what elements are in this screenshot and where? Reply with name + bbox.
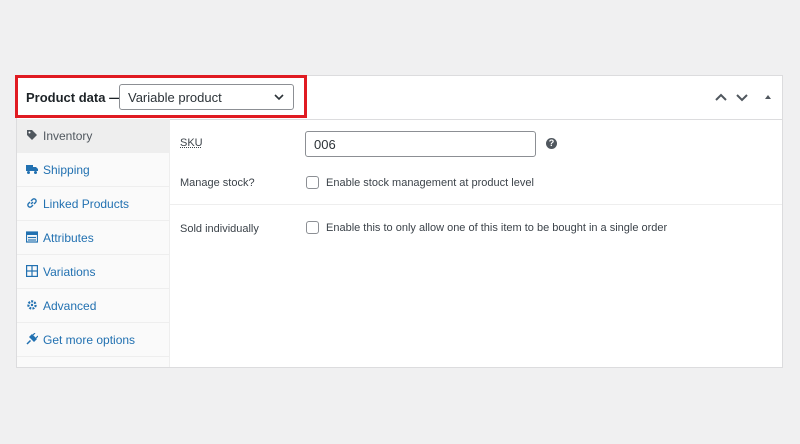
sku-label: SKU [180,137,203,149]
product-data-panel: Product data — Variable product Inventor… [15,75,783,368]
tab-variations[interactable]: Variations [17,255,169,289]
move-up-icon[interactable] [714,90,728,104]
tab-label: Inventory [43,129,93,143]
highlight-box [15,75,307,118]
section-divider [170,204,782,205]
sold-individually-option-label: Enable this to only allow one of this it… [326,222,668,234]
sku-input[interactable]: 006 [305,131,536,157]
grid-icon [26,265,38,277]
tab-attributes[interactable]: Attributes [17,221,169,255]
sold-individually-label: Sold individually [180,223,259,235]
tab-label: Advanced [43,299,97,313]
plugin-icon [26,333,38,345]
link-icon [27,198,37,208]
manage-stock-label: Manage stock? [180,177,255,189]
tag-icon [27,130,37,140]
tab-label: Linked Products [43,197,130,211]
tab-get-more-options[interactable]: Get more options [17,323,169,357]
help-icon[interactable]: ? [546,138,557,149]
sku-value: 006 [314,137,336,152]
collapse-toggle-icon[interactable] [761,90,775,104]
gear-icon [27,300,37,310]
list-table-icon [26,231,38,243]
product-data-tabs: Inventory Shipping Linked Products Attri… [17,119,170,367]
tab-label: Get more options [43,333,136,347]
tab-label: Attributes [43,231,94,245]
panel-header: Product data — Variable product [15,75,782,120]
manage-stock-option-label: Enable stock management at product level [326,177,534,189]
tab-label: Shipping [43,163,90,177]
manage-stock-checkbox[interactable] [306,176,319,189]
tab-label: Variations [43,265,96,279]
tab-advanced[interactable]: Advanced [17,289,169,323]
move-down-icon[interactable] [735,90,749,104]
tab-inventory[interactable]: Inventory [17,119,169,153]
tab-linked-products[interactable]: Linked Products [17,187,169,221]
truck-icon [26,165,38,174]
tab-shipping[interactable]: Shipping [17,153,169,187]
sold-individually-checkbox[interactable] [306,221,319,234]
